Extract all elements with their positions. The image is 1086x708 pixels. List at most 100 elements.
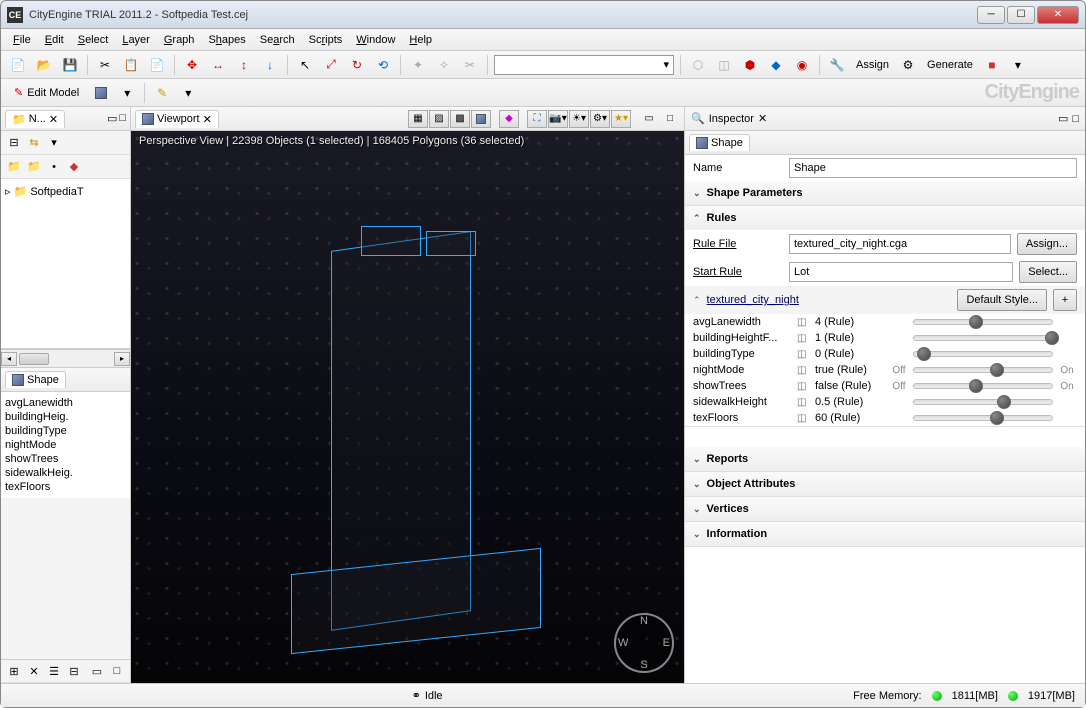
new-icon[interactable]: 📄 xyxy=(7,54,29,76)
vp-frame-icon[interactable]: ⛶ xyxy=(527,110,547,128)
tool-extra2-icon[interactable]: ▾ xyxy=(1007,54,1029,76)
vp-solid-icon[interactable] xyxy=(471,110,491,128)
dropdown-arrow-icon[interactable]: ▾ xyxy=(116,82,138,104)
brush2-icon[interactable]: ✧ xyxy=(433,54,455,76)
link-icon[interactable]: ⇆ xyxy=(25,134,43,152)
shape-tab[interactable]: Shape xyxy=(5,371,66,388)
menu-graph[interactable]: Graph xyxy=(158,32,201,48)
wand-dropdown-icon[interactable]: ▾ xyxy=(177,82,199,104)
vp-max-icon[interactable]: □ xyxy=(660,110,680,128)
param-link-icon[interactable]: ◫ xyxy=(797,397,811,408)
generate-icon[interactable]: ⚙ xyxy=(897,54,919,76)
menu-scripts[interactable]: Scripts xyxy=(303,32,349,48)
param-link-icon[interactable]: ◫ xyxy=(797,413,811,424)
shape-attr-item[interactable]: avgLanewidth xyxy=(5,396,126,410)
param-value[interactable]: 1 (Rule) xyxy=(815,332,885,344)
shape-attr-item[interactable]: showTrees xyxy=(5,452,126,466)
viewport-3d[interactable]: Perspective View | 22398 Objects (1 sele… xyxy=(131,131,684,683)
style-link[interactable]: textured_city_night xyxy=(707,294,952,306)
tool-extra1-icon[interactable]: ■ xyxy=(981,54,1003,76)
close-button[interactable]: ✕ xyxy=(1037,6,1079,24)
menu-help[interactable]: Help xyxy=(403,32,438,48)
inspector-min-icon[interactable]: ▭ xyxy=(1058,112,1068,125)
menu-select[interactable]: Select xyxy=(72,32,115,48)
bottom-icon2[interactable]: ☰ xyxy=(45,662,63,680)
nav-icon4[interactable]: ◆ xyxy=(65,158,83,176)
collapse-icon[interactable]: ⊟ xyxy=(5,134,23,152)
bottom-min-icon[interactable]: ▭ xyxy=(88,662,106,680)
tree-scrollbar[interactable]: ◂▸ xyxy=(1,349,130,367)
menu-file[interactable]: File xyxy=(7,32,37,48)
name-input[interactable] xyxy=(789,158,1077,178)
brush3-icon[interactable]: ✂ xyxy=(459,54,481,76)
vp-bookmark-icon[interactable]: ★▾ xyxy=(611,110,631,128)
add-style-button[interactable]: + xyxy=(1053,289,1077,311)
param-slider[interactable] xyxy=(913,351,1053,357)
tree-root[interactable]: SoftpediaT xyxy=(30,186,83,198)
move-x-icon[interactable]: ↔ xyxy=(207,54,229,76)
information-section[interactable]: ⌄Information xyxy=(685,522,1085,546)
vp-min-icon[interactable]: ▭ xyxy=(639,110,659,128)
generate-label[interactable]: Generate xyxy=(923,59,977,71)
graph-tool5-icon[interactable]: ◉ xyxy=(791,54,813,76)
param-link-icon[interactable]: ◫ xyxy=(797,349,811,360)
menu-layer[interactable]: Layer xyxy=(116,32,156,48)
rule-file-label[interactable]: Rule File xyxy=(693,238,783,250)
nav-icon3[interactable]: • xyxy=(45,158,63,176)
graph-tool4-icon[interactable]: ◆ xyxy=(765,54,787,76)
param-slider[interactable] xyxy=(913,319,1053,325)
select-button[interactable]: Select... xyxy=(1019,261,1077,283)
shape-attr-item[interactable]: buildingHeig. xyxy=(5,410,126,424)
param-value[interactable]: false (Rule) xyxy=(815,380,885,392)
graph-tool1-icon[interactable]: ⬡ xyxy=(687,54,709,76)
cube-icon[interactable] xyxy=(90,82,112,104)
default-style-button[interactable]: Default Style... xyxy=(957,289,1047,311)
shape-params-section[interactable]: ⌄Shape Parameters xyxy=(685,181,1085,205)
panel-min-icon[interactable]: ▭ xyxy=(107,112,117,125)
param-slider[interactable] xyxy=(913,367,1053,373)
edit-model-button[interactable]: ✎ Edit Model xyxy=(7,82,86,104)
vp-gear-icon[interactable]: ⚙▾ xyxy=(590,110,610,128)
copy-icon[interactable]: 📋 xyxy=(120,54,142,76)
vp-shaded-icon[interactable]: ▨ xyxy=(429,110,449,128)
graph-tool2-icon[interactable]: ◫ xyxy=(713,54,735,76)
vp-color-icon[interactable]: ◆ xyxy=(499,110,519,128)
select-icon[interactable]: ↖ xyxy=(294,54,316,76)
graph-tool3-icon[interactable]: ⬢ xyxy=(739,54,761,76)
vertices-section[interactable]: ⌄Vertices xyxy=(685,497,1085,521)
wand-icon[interactable]: ✎ xyxy=(151,82,173,104)
navigator-tab[interactable]: 📁 N... ✕ xyxy=(5,110,65,128)
param-link-icon[interactable]: ◫ xyxy=(797,333,811,344)
bottom-icon1[interactable]: ⊞ xyxy=(5,662,23,680)
inspector-shape-tab[interactable]: Shape xyxy=(689,134,750,151)
vp-camera-icon[interactable]: 📷▾ xyxy=(548,110,568,128)
save-icon[interactable]: 💾 xyxy=(59,54,81,76)
selector-dropdown[interactable]: ▾ xyxy=(494,55,674,75)
shape-attr-item[interactable]: texFloors xyxy=(5,480,126,494)
param-slider[interactable] xyxy=(913,399,1053,405)
param-value[interactable]: 0 (Rule) xyxy=(815,348,885,360)
shape-attr-item[interactable]: sidewalkHeig. xyxy=(5,466,126,480)
nav-icon1[interactable]: 📁 xyxy=(5,158,23,176)
assign-button[interactable]: Assign... xyxy=(1017,233,1077,255)
start-rule-label[interactable]: Start Rule xyxy=(693,266,783,278)
scale-icon[interactable]: ⤢ xyxy=(320,54,342,76)
bottom-icon3[interactable]: ⊟ xyxy=(65,662,83,680)
inspector-max-icon[interactable]: □ xyxy=(1072,113,1079,125)
param-link-icon[interactable]: ◫ xyxy=(797,317,811,328)
param-value[interactable]: 60 (Rule) xyxy=(815,412,885,424)
viewport-tab[interactable]: Viewport ✕ xyxy=(135,110,219,128)
bottom-max-icon[interactable]: □ xyxy=(108,662,126,680)
vp-textured-icon[interactable]: ▩ xyxy=(450,110,470,128)
bottom-close-icon[interactable]: ✕ xyxy=(25,662,43,680)
param-value[interactable]: 0.5 (Rule) xyxy=(815,396,885,408)
param-link-icon[interactable]: ◫ xyxy=(797,381,811,392)
rule-file-input[interactable] xyxy=(789,234,1011,254)
param-value[interactable]: 4 (Rule) xyxy=(815,316,885,328)
shape-attr-item[interactable]: nightMode xyxy=(5,438,126,452)
menu-icon[interactable]: ▾ xyxy=(45,134,63,152)
panel-max-icon[interactable]: □ xyxy=(119,112,126,125)
param-slider[interactable] xyxy=(913,415,1053,421)
shape-attr-item[interactable]: buildingType xyxy=(5,424,126,438)
menu-shapes[interactable]: Shapes xyxy=(202,32,251,48)
